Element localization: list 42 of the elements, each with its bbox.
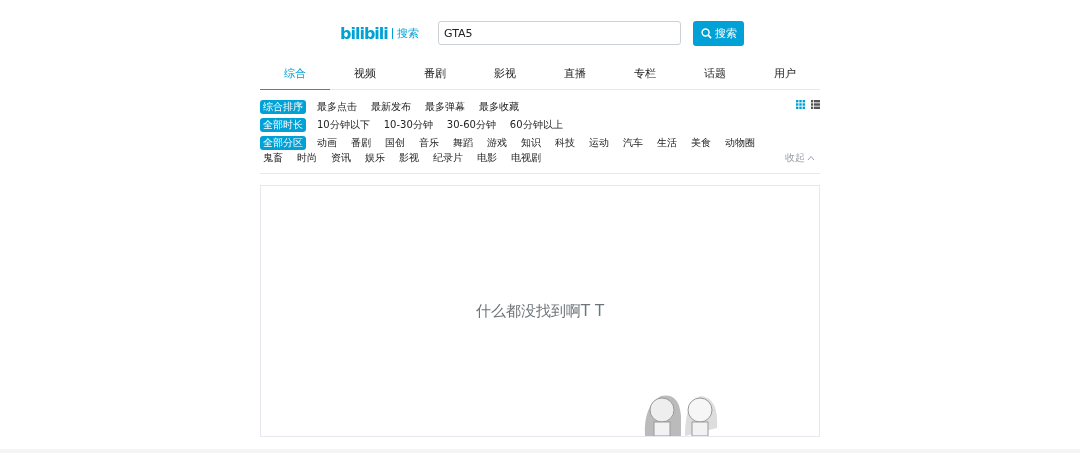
tab[interactable]: 话题 bbox=[680, 60, 750, 90]
filter-option[interactable]: 最新发布 bbox=[368, 100, 414, 114]
filter-option[interactable]: 10分钟以下 bbox=[314, 118, 373, 132]
filter-option[interactable]: 娱乐 bbox=[362, 151, 388, 165]
tab[interactable]: 影视 bbox=[470, 60, 540, 90]
filter-option[interactable]: 纪录片 bbox=[430, 151, 466, 165]
filter-option[interactable]: 电影 bbox=[474, 151, 500, 165]
filter-option[interactable]: 时尚 bbox=[294, 151, 320, 165]
filter-option[interactable]: 60分钟以上 bbox=[506, 118, 566, 132]
filter-option[interactable]: 游戏 bbox=[484, 136, 510, 150]
logo-suffix: 搜索 bbox=[391, 27, 419, 39]
filter-option[interactable]: 生活 bbox=[654, 136, 680, 150]
filter-option[interactable]: 科技 bbox=[552, 136, 578, 150]
filter-option[interactable]: 影视 bbox=[396, 151, 422, 165]
filter-option[interactable]: 鬼畜 bbox=[260, 151, 286, 165]
filter-option[interactable]: 最多收藏 bbox=[476, 100, 522, 114]
filter-option[interactable]: 美食 bbox=[688, 136, 714, 150]
filter-option[interactable]: 最多点击 bbox=[314, 100, 360, 114]
filter-option[interactable]: 舞蹈 bbox=[450, 136, 476, 150]
tab[interactable]: 番剧 bbox=[400, 60, 470, 90]
filter-option[interactable]: 运动 bbox=[586, 136, 612, 150]
tab[interactable]: 直播 bbox=[540, 60, 610, 90]
filter-option[interactable]: 30-60分钟 bbox=[443, 118, 499, 132]
tab[interactable]: 视频 bbox=[330, 60, 400, 90]
empty-message: 什么都没找到啊T T bbox=[475, 301, 605, 321]
filter-option[interactable]: 资讯 bbox=[328, 151, 354, 165]
filter-option[interactable]: 10-30分钟 bbox=[380, 118, 436, 132]
caret-up-icon bbox=[807, 155, 815, 161]
filter-option[interactable]: 国创 bbox=[382, 136, 408, 150]
tab[interactable]: 用户 bbox=[750, 60, 820, 90]
filter-option[interactable]: 音乐 bbox=[416, 136, 442, 150]
filter-option[interactable]: 番剧 bbox=[348, 136, 374, 150]
search-field[interactable]: GTA5 bbox=[438, 21, 681, 45]
filter-option[interactable]: 电视剧 bbox=[508, 151, 544, 165]
search-icon bbox=[700, 27, 712, 39]
filter-option[interactable]: 最多弹幕 bbox=[422, 100, 468, 114]
filter-option[interactable]: 动物圈 bbox=[722, 136, 758, 150]
tab[interactable]: 专栏 bbox=[610, 60, 680, 90]
filter-option[interactable]: 知识 bbox=[518, 136, 544, 150]
filter-option[interactable]: 动画 bbox=[314, 136, 340, 150]
filter-option[interactable]: 汽车 bbox=[620, 136, 646, 150]
list-view-icon[interactable] bbox=[811, 100, 820, 109]
